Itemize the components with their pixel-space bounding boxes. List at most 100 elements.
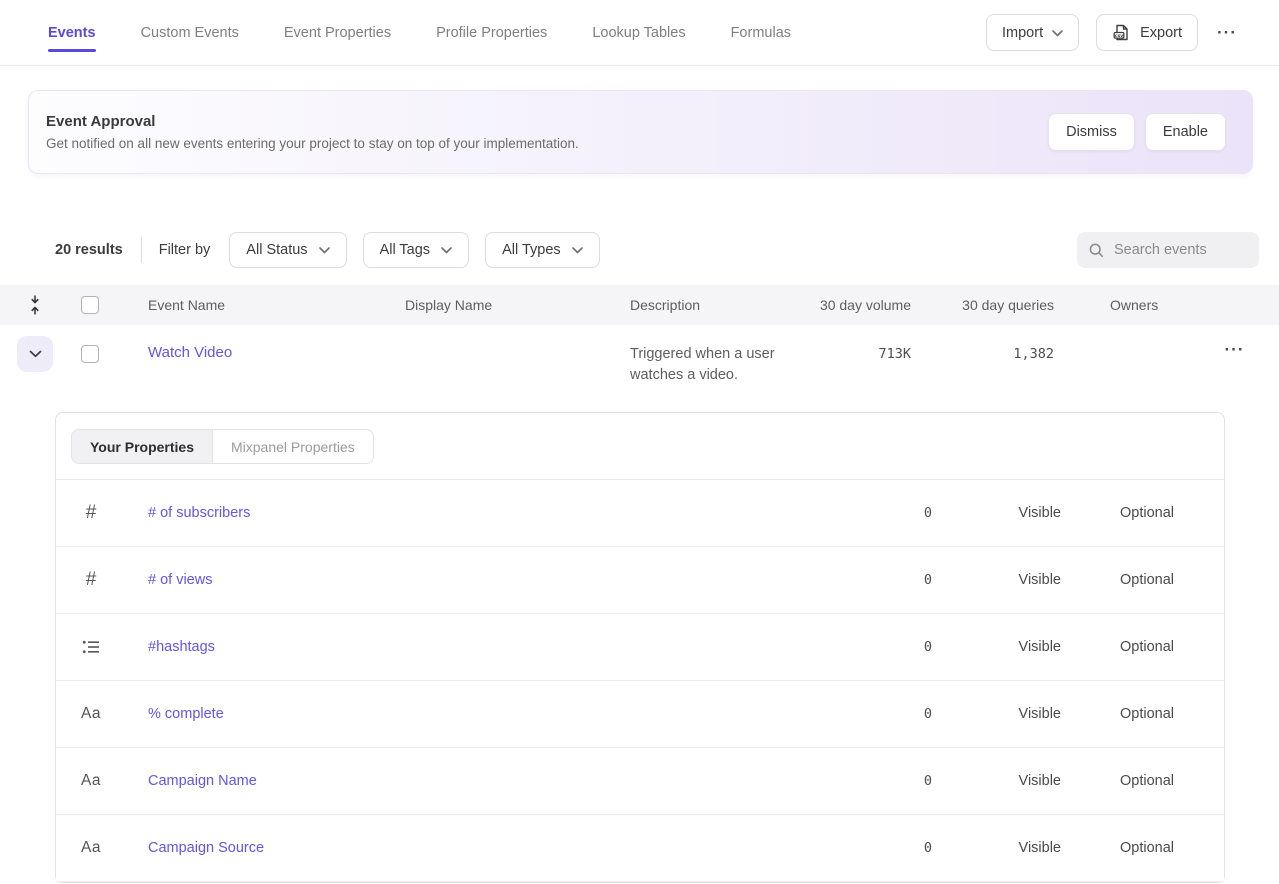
chevron-down-icon bbox=[441, 242, 452, 258]
nav-tabs: Events Custom Events Event Properties Pr… bbox=[48, 0, 791, 65]
chevron-down-icon bbox=[319, 242, 330, 258]
enable-button[interactable]: Enable bbox=[1145, 113, 1226, 151]
tab-custom-events[interactable]: Custom Events bbox=[141, 0, 239, 65]
collapse-all-icon[interactable] bbox=[0, 294, 70, 316]
column-display-name: Display Name bbox=[395, 297, 620, 313]
banner-text: Event Approval Get notified on all new e… bbox=[46, 113, 579, 151]
dismiss-button[interactable]: Dismiss bbox=[1048, 113, 1135, 151]
filter-all-tags-label: All Tags bbox=[380, 242, 431, 258]
chevron-down-icon bbox=[29, 350, 42, 358]
nav-actions: Import csv Export ··· bbox=[986, 0, 1239, 65]
property-volume: 0 bbox=[872, 706, 932, 722]
chevron-down-icon bbox=[572, 242, 583, 258]
row-checkbox[interactable] bbox=[81, 345, 99, 363]
property-name-link[interactable]: # of subscribers bbox=[148, 505, 250, 521]
toolbar-divider bbox=[141, 237, 142, 263]
column-30-day-volume: 30 day volume bbox=[800, 297, 920, 313]
property-row: Aa % complete 0 Visible Optional bbox=[56, 681, 1224, 748]
import-button[interactable]: Import bbox=[986, 14, 1079, 51]
event-description: Triggered when a user watches a video. bbox=[630, 325, 800, 385]
property-name-link[interactable]: Campaign Source bbox=[148, 840, 264, 856]
export-button[interactable]: csv Export bbox=[1096, 14, 1198, 51]
event-30-day-queries: 1,382 bbox=[920, 325, 1058, 362]
number-type-icon: # bbox=[86, 569, 97, 591]
property-visibility: Visible bbox=[932, 840, 1074, 856]
column-description: Description bbox=[620, 297, 800, 313]
column-event-name: Event Name bbox=[130, 297, 395, 313]
chevron-down-icon bbox=[1052, 25, 1063, 41]
filter-all-status-label: All Status bbox=[246, 242, 307, 258]
number-type-icon: # bbox=[86, 502, 97, 524]
row-actions-icon[interactable]: ··· bbox=[1223, 336, 1247, 363]
results-count: 20 results bbox=[55, 242, 123, 258]
banner-description: Get notified on all new events entering … bbox=[46, 136, 579, 151]
property-row: #hashtags 0 Visible Optional bbox=[56, 614, 1224, 681]
event-row-watch-video: Watch Video Triggered when a user watche… bbox=[0, 325, 1279, 412]
property-row: # # of views 0 Visible Optional bbox=[56, 547, 1224, 614]
list-type-icon bbox=[82, 639, 100, 655]
lexicon-events-page: Events Custom Events Event Properties Pr… bbox=[0, 0, 1279, 884]
property-name-link[interactable]: # of views bbox=[148, 572, 212, 588]
properties-tab-group: Your Properties Mixpanel Properties bbox=[71, 429, 374, 464]
search-icon bbox=[1088, 242, 1105, 259]
property-visibility: Visible bbox=[932, 773, 1074, 789]
property-volume: 0 bbox=[872, 840, 932, 856]
text-type-icon: Aa bbox=[81, 772, 101, 790]
tab-profile-properties[interactable]: Profile Properties bbox=[436, 0, 547, 65]
property-requirement: Optional bbox=[1074, 706, 1224, 722]
property-row: Aa Campaign Name 0 Visible Optional bbox=[56, 748, 1224, 815]
property-volume: 0 bbox=[872, 572, 932, 588]
events-table-header: Event Name Display Name Description 30 d… bbox=[0, 285, 1279, 325]
property-visibility: Visible bbox=[932, 639, 1074, 655]
property-row: # # of subscribers 0 Visible Optional bbox=[56, 480, 1224, 547]
banner-actions: Dismiss Enable bbox=[1048, 113, 1226, 151]
text-type-icon: Aa bbox=[81, 839, 101, 857]
filter-all-status[interactable]: All Status bbox=[229, 232, 346, 268]
property-requirement: Optional bbox=[1074, 639, 1224, 655]
column-30-day-queries: 30 day queries bbox=[920, 297, 1058, 313]
select-all-checkbox[interactable] bbox=[81, 296, 99, 314]
filters-toolbar: 20 results Filter by All Status All Tags… bbox=[0, 232, 1279, 268]
column-owners: Owners bbox=[1058, 297, 1190, 313]
csv-file-icon: csv bbox=[1112, 23, 1131, 42]
property-requirement: Optional bbox=[1074, 773, 1224, 789]
import-button-label: Import bbox=[1002, 25, 1043, 41]
property-requirement: Optional bbox=[1074, 505, 1224, 521]
filter-by-label: Filter by bbox=[159, 242, 211, 258]
event-30-day-volume: 713K bbox=[800, 325, 920, 362]
property-volume: 0 bbox=[872, 773, 932, 789]
filter-all-types[interactable]: All Types bbox=[485, 232, 600, 268]
export-button-label: Export bbox=[1140, 25, 1182, 41]
property-name-link[interactable]: Campaign Name bbox=[148, 773, 257, 789]
property-visibility: Visible bbox=[932, 706, 1074, 722]
event-approval-banner: Event Approval Get notified on all new e… bbox=[28, 90, 1253, 174]
property-name-link[interactable]: % complete bbox=[148, 706, 224, 722]
tab-formulas[interactable]: Formulas bbox=[731, 0, 791, 65]
more-options-icon[interactable]: ··· bbox=[1215, 19, 1239, 47]
event-name-link[interactable]: Watch Video bbox=[148, 325, 232, 361]
property-requirement: Optional bbox=[1074, 572, 1224, 588]
search-events-box[interactable] bbox=[1077, 232, 1259, 268]
search-events-input[interactable] bbox=[1114, 242, 1244, 258]
tab-event-properties[interactable]: Event Properties bbox=[284, 0, 391, 65]
collapse-row-button[interactable] bbox=[17, 336, 53, 372]
property-row: Aa Campaign Source 0 Visible Optional bbox=[56, 815, 1224, 882]
filter-all-tags[interactable]: All Tags bbox=[363, 232, 470, 268]
filter-all-types-label: All Types bbox=[502, 242, 561, 258]
tab-lookup-tables[interactable]: Lookup Tables bbox=[592, 0, 685, 65]
properties-panel: Your Properties Mixpanel Properties # # … bbox=[55, 412, 1225, 883]
top-navigation: Events Custom Events Event Properties Pr… bbox=[0, 0, 1279, 66]
property-name-link[interactable]: #hashtags bbox=[148, 639, 215, 655]
tab-your-properties[interactable]: Your Properties bbox=[72, 430, 212, 463]
properties-panel-header: Your Properties Mixpanel Properties bbox=[56, 413, 1224, 480]
property-visibility: Visible bbox=[932, 572, 1074, 588]
tab-mixpanel-properties[interactable]: Mixpanel Properties bbox=[212, 430, 373, 463]
property-visibility: Visible bbox=[932, 505, 1074, 521]
tab-events[interactable]: Events bbox=[48, 0, 96, 65]
svg-text:csv: csv bbox=[1115, 34, 1123, 39]
property-volume: 0 bbox=[872, 505, 932, 521]
text-type-icon: Aa bbox=[81, 705, 101, 723]
property-volume: 0 bbox=[872, 639, 932, 655]
banner-title: Event Approval bbox=[46, 113, 579, 130]
property-requirement: Optional bbox=[1074, 840, 1224, 856]
